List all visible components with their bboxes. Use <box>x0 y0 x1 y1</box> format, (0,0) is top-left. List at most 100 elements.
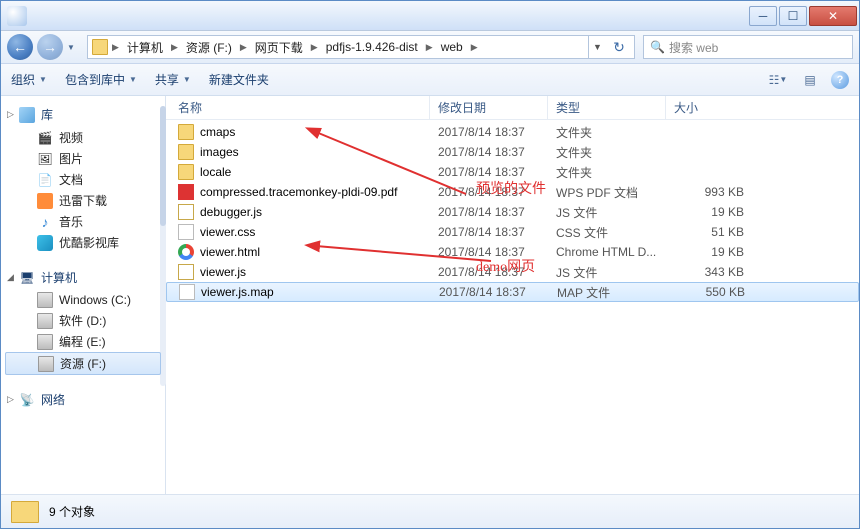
include-menu[interactable]: 包含到库中▼ <box>65 71 137 88</box>
library-icon <box>19 107 35 123</box>
folder-icon <box>178 164 194 180</box>
sidebar-item-youku[interactable]: 优酷影视库 <box>1 232 165 253</box>
forward-button[interactable]: → <box>37 34 63 60</box>
folder-icon <box>178 124 194 140</box>
chevron-right-icon[interactable]: ▶ <box>309 42 320 53</box>
file-row[interactable]: viewer.html2017/8/14 18:37Chrome HTML D.… <box>166 242 859 262</box>
youku-icon <box>37 235 53 251</box>
explorer-window: ─ ☐ ✕ ← → ▼ ▶ 计算机 ▶ 资源 (F:) ▶ 网页下载 ▶ pdf… <box>0 0 860 529</box>
chevron-right-icon[interactable]: ▶ <box>169 42 180 53</box>
bc-drive[interactable]: 资源 (F:) <box>182 39 236 56</box>
bc-folder2[interactable]: pdfjs-1.9.426-dist <box>322 40 422 54</box>
bc-computer[interactable]: 计算机 <box>123 39 167 56</box>
newfolder-button[interactable]: 新建文件夹 <box>209 71 269 88</box>
file-name: locale <box>200 165 231 179</box>
sidebar-item-pictures[interactable]: 图片 <box>1 148 165 169</box>
sidebar-item-drive-d[interactable]: 软件 (D:) <box>1 310 165 331</box>
refresh-button[interactable]: ↻ <box>608 36 630 58</box>
file-list: 名称 修改日期 类型 大小 cmaps2017/8/14 18:37文件夹ima… <box>166 96 859 494</box>
file-type: MAP 文件 <box>549 284 667 301</box>
bc-folder3[interactable]: web <box>437 40 467 54</box>
column-headers: 名称 修改日期 类型 大小 <box>166 96 859 120</box>
preview-pane-button[interactable]: ▤ <box>799 70 821 90</box>
close-button[interactable]: ✕ <box>809 6 857 26</box>
sidebar-item-documents[interactable]: 文档 <box>1 169 165 190</box>
sidebar-network-head[interactable]: ▷网络 <box>1 389 165 412</box>
file-row[interactable]: cmaps2017/8/14 18:37文件夹 <box>166 122 859 142</box>
sidebar-item-drive-f[interactable]: 资源 (F:) <box>5 352 161 375</box>
file-type: CSS 文件 <box>548 224 666 241</box>
video-icon <box>37 130 53 146</box>
sidebar-lib-head[interactable]: ▷库 <box>1 104 165 127</box>
folder-icon <box>11 501 39 523</box>
file-name: viewer.css <box>200 225 255 239</box>
organize-menu[interactable]: 组织▼ <box>11 71 47 88</box>
folder-icon <box>178 144 194 160</box>
sidebar-item-music[interactable]: 音乐 <box>1 211 165 232</box>
chevron-right-icon[interactable]: ▶ <box>424 42 435 53</box>
sidebar-item-drive-e[interactable]: 编程 (E:) <box>1 331 165 352</box>
file-row[interactable]: debugger.js2017/8/14 18:37JS 文件19 KB <box>166 202 859 222</box>
toolbar: 组织▼ 包含到库中▼ 共享▼ 新建文件夹 ☷ ▼ ▤ ? <box>1 64 859 96</box>
status-text: 9 个对象 <box>49 503 95 520</box>
navbar: ← → ▼ ▶ 计算机 ▶ 资源 (F:) ▶ 网页下载 ▶ pdfjs-1.9… <box>1 31 859 64</box>
back-button[interactable]: ← <box>7 34 33 60</box>
bc-folder1[interactable]: 网页下载 <box>251 39 307 56</box>
share-menu[interactable]: 共享▼ <box>155 71 191 88</box>
sidebar-item-video[interactable]: 视频 <box>1 127 165 148</box>
file-size: 550 KB <box>667 285 757 299</box>
chevron-right-icon[interactable]: ▶ <box>110 42 121 53</box>
file-name: compressed.tracemonkey-pldi-09.pdf <box>200 185 397 199</box>
search-icon: 🔍 <box>650 40 665 54</box>
computer-icon <box>19 270 35 286</box>
sidebar-computer-head[interactable]: ◢计算机 <box>1 267 165 290</box>
file-size: 51 KB <box>666 225 756 239</box>
breadcrumb[interactable]: ▶ 计算机 ▶ 资源 (F:) ▶ 网页下载 ▶ pdfjs-1.9.426-d… <box>87 35 635 59</box>
file-row[interactable]: viewer.js2017/8/14 18:37JS 文件343 KB <box>166 262 859 282</box>
file-date: 2017/8/14 18:37 <box>430 125 548 139</box>
sidebar-item-drive-c[interactable]: Windows (C:) <box>1 290 165 310</box>
file-icon <box>178 224 194 240</box>
titlebar: ─ ☐ ✕ <box>1 1 859 31</box>
file-row[interactable]: locale2017/8/14 18:37文件夹 <box>166 162 859 182</box>
maximize-button[interactable]: ☐ <box>779 6 807 26</box>
file-name: viewer.html <box>200 245 260 259</box>
file-row[interactable]: images2017/8/14 18:37文件夹 <box>166 142 859 162</box>
view-button[interactable]: ☷ ▼ <box>767 70 789 90</box>
col-date[interactable]: 修改日期 <box>430 96 548 119</box>
disk-icon <box>37 292 53 308</box>
file-name: viewer.js <box>200 265 246 279</box>
file-date: 2017/8/14 18:37 <box>431 285 549 299</box>
file-size: 19 KB <box>666 205 756 219</box>
file-row[interactable]: viewer.js.map2017/8/14 18:37MAP 文件550 KB <box>166 282 859 302</box>
help-button[interactable]: ? <box>831 71 849 89</box>
file-date: 2017/8/14 18:37 <box>430 185 548 199</box>
picture-icon <box>37 151 53 167</box>
pdf-icon <box>178 184 194 200</box>
minimize-button[interactable]: ─ <box>749 6 777 26</box>
file-date: 2017/8/14 18:37 <box>430 245 548 259</box>
js-icon <box>178 264 194 280</box>
search-input[interactable]: 🔍 搜索 web <box>643 35 853 59</box>
file-type: WPS PDF 文档 <box>548 184 666 201</box>
search-placeholder: 搜索 web <box>669 39 718 56</box>
col-name[interactable]: 名称 <box>170 96 430 119</box>
col-size[interactable]: 大小 <box>666 96 756 119</box>
file-icon <box>179 284 195 300</box>
js-icon <box>178 204 194 220</box>
disk-icon <box>37 313 53 329</box>
file-row[interactable]: viewer.css2017/8/14 18:37CSS 文件51 KB <box>166 222 859 242</box>
file-date: 2017/8/14 18:37 <box>430 165 548 179</box>
file-date: 2017/8/14 18:37 <box>430 265 548 279</box>
chevron-right-icon[interactable]: ▶ <box>469 42 480 53</box>
file-name: cmaps <box>200 125 235 139</box>
path-dropdown[interactable]: ▼ <box>588 36 606 58</box>
history-dropdown[interactable]: ▼ <box>67 43 79 52</box>
status-bar: 9 个对象 <box>1 494 859 528</box>
music-icon <box>37 214 53 230</box>
col-type[interactable]: 类型 <box>548 96 666 119</box>
file-type: JS 文件 <box>548 264 666 281</box>
chevron-right-icon[interactable]: ▶ <box>238 42 249 53</box>
file-row[interactable]: compressed.tracemonkey-pldi-09.pdf 2017/8… <box>166 182 859 202</box>
sidebar-item-xunlei[interactable]: 迅雷下载 <box>1 190 165 211</box>
